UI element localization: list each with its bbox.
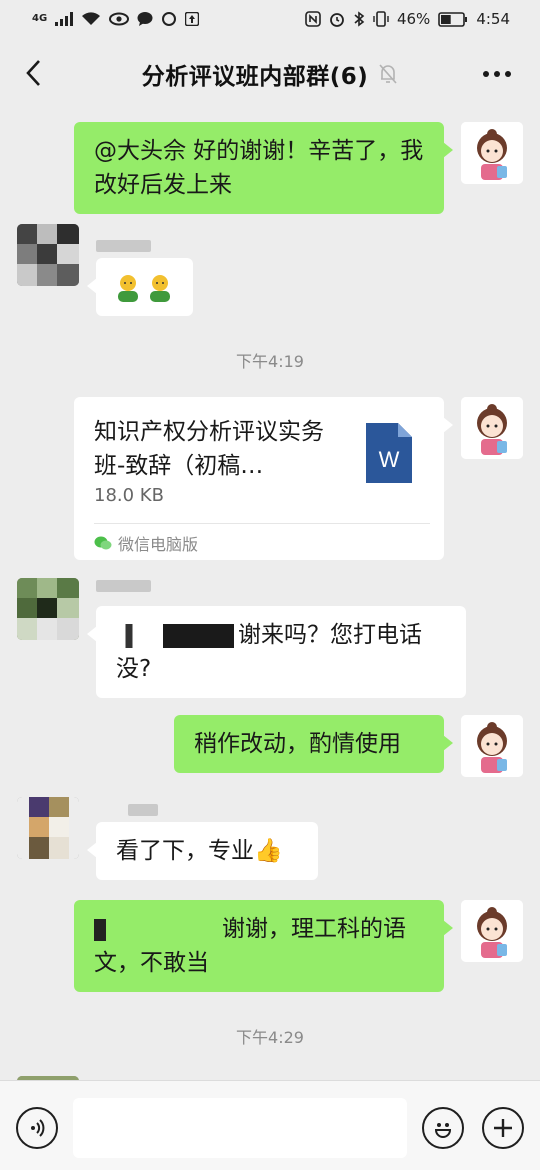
wifi-icon bbox=[82, 12, 101, 25]
chat-title: 分析评议班内部群(6) bbox=[141, 64, 369, 90]
avatar-self[interactable] bbox=[461, 715, 523, 777]
battery-percent: 46% bbox=[396, 10, 431, 28]
nfc-icon bbox=[305, 11, 321, 27]
timestamp: 下午4:19 bbox=[236, 352, 304, 371]
sender-name-blurred bbox=[128, 804, 158, 816]
girl-avatar-icon bbox=[461, 900, 523, 962]
avatar-self[interactable] bbox=[461, 122, 523, 184]
status-bar-right: 46% 4:54 bbox=[305, 10, 510, 28]
sender-name-blurred bbox=[96, 240, 151, 252]
signal-icon bbox=[55, 12, 74, 26]
avatar-self[interactable] bbox=[461, 900, 523, 962]
chat-title-area: 分析评议班内部群(6) bbox=[142, 57, 399, 91]
avatar-self[interactable] bbox=[461, 397, 523, 459]
blurred-avatar-icon bbox=[17, 578, 79, 640]
back-button[interactable] bbox=[16, 56, 50, 90]
message-bubble[interactable]: 看了下，专业👍 bbox=[87, 822, 318, 880]
more-button[interactable] bbox=[480, 60, 514, 88]
message-input[interactable] bbox=[73, 1098, 407, 1158]
avatar-member[interactable] bbox=[17, 797, 79, 859]
sender-name-blurred bbox=[96, 580, 151, 592]
file-name: 知识产权分析评议实务班-致辞（初稿… bbox=[94, 419, 324, 479]
redacted-text bbox=[94, 918, 212, 941]
svg-text:W: W bbox=[379, 447, 400, 472]
blurred-avatar-icon bbox=[17, 797, 79, 859]
girl-avatar-icon bbox=[461, 715, 523, 777]
avatar-member[interactable] bbox=[17, 224, 79, 286]
girl-avatar-icon bbox=[461, 122, 523, 184]
emoji-message[interactable] bbox=[87, 258, 193, 316]
sync-icon bbox=[162, 12, 177, 26]
vibrate-icon bbox=[373, 11, 389, 27]
smiley-icon bbox=[434, 1123, 452, 1138]
file-size: 18.0 KB bbox=[94, 485, 164, 506]
wechat-icon bbox=[94, 536, 112, 550]
plus-button[interactable] bbox=[482, 1107, 524, 1149]
status-time: 4:54 bbox=[476, 10, 510, 28]
blurred-avatar-icon bbox=[17, 224, 79, 286]
upload-icon bbox=[185, 12, 200, 26]
message-bubble[interactable]: 稍作改动，酌情使用 bbox=[174, 715, 453, 773]
chevron-left-icon bbox=[26, 60, 40, 86]
message-list[interactable]: @大头佘 好的谢谢！辛苦了，我改好后发上来 下午4:19 知识产权分析评议实务班… bbox=[0, 110, 540, 1080]
timestamp: 下午4:29 bbox=[236, 1028, 304, 1047]
battery-icon bbox=[438, 11, 468, 27]
plus-icon bbox=[494, 1119, 512, 1137]
emoji-person-icon bbox=[150, 275, 170, 302]
file-message[interactable]: 知识产权分析评议实务班-致辞（初稿… 18.0 KB W 微信电脑版 bbox=[74, 397, 453, 560]
girl-avatar-icon bbox=[461, 397, 523, 459]
status-bar-left: 4G bbox=[32, 11, 200, 27]
avatar-member[interactable] bbox=[17, 578, 79, 640]
voice-icon bbox=[31, 1119, 45, 1137]
message-bubble[interactable]: 谢来吗？您打电话没? bbox=[87, 606, 466, 698]
alarm-icon bbox=[330, 13, 344, 27]
bluetooth-icon bbox=[354, 11, 365, 27]
emoji-button[interactable] bbox=[422, 1107, 464, 1149]
file-divider bbox=[94, 523, 430, 524]
network-type-label: 4G bbox=[32, 13, 48, 24]
emoji-person-icon bbox=[118, 275, 138, 302]
word-document-icon: W bbox=[366, 423, 412, 483]
file-source-label: 微信电脑版 bbox=[118, 535, 199, 554]
redacted-text bbox=[116, 623, 234, 648]
status-bar: 4G 46% 4:54 bbox=[0, 0, 540, 38]
input-bar bbox=[0, 1080, 540, 1170]
bell-off-icon bbox=[379, 64, 397, 84]
more-dots-icon bbox=[483, 71, 511, 77]
message-text: 看了下，专业👍 bbox=[116, 838, 283, 864]
message-bubble[interactable]: @大头佘 好的谢谢！辛苦了，我改好后发上来 bbox=[74, 122, 453, 214]
message-text: @大头佘 好的谢谢！辛苦了，我改好后发上来 bbox=[94, 138, 424, 198]
eye-icon bbox=[109, 12, 130, 26]
message-bubble[interactable]: 谢谢，理工科的语文，不敢当 bbox=[74, 900, 453, 992]
chat-header: 分析评议班内部群(6) bbox=[0, 38, 540, 110]
message-text: 稍作改动，酌情使用 bbox=[194, 731, 401, 757]
message-bubble-icon bbox=[137, 12, 153, 26]
file-source: 微信电脑版 bbox=[94, 531, 198, 555]
voice-button[interactable] bbox=[16, 1107, 58, 1149]
